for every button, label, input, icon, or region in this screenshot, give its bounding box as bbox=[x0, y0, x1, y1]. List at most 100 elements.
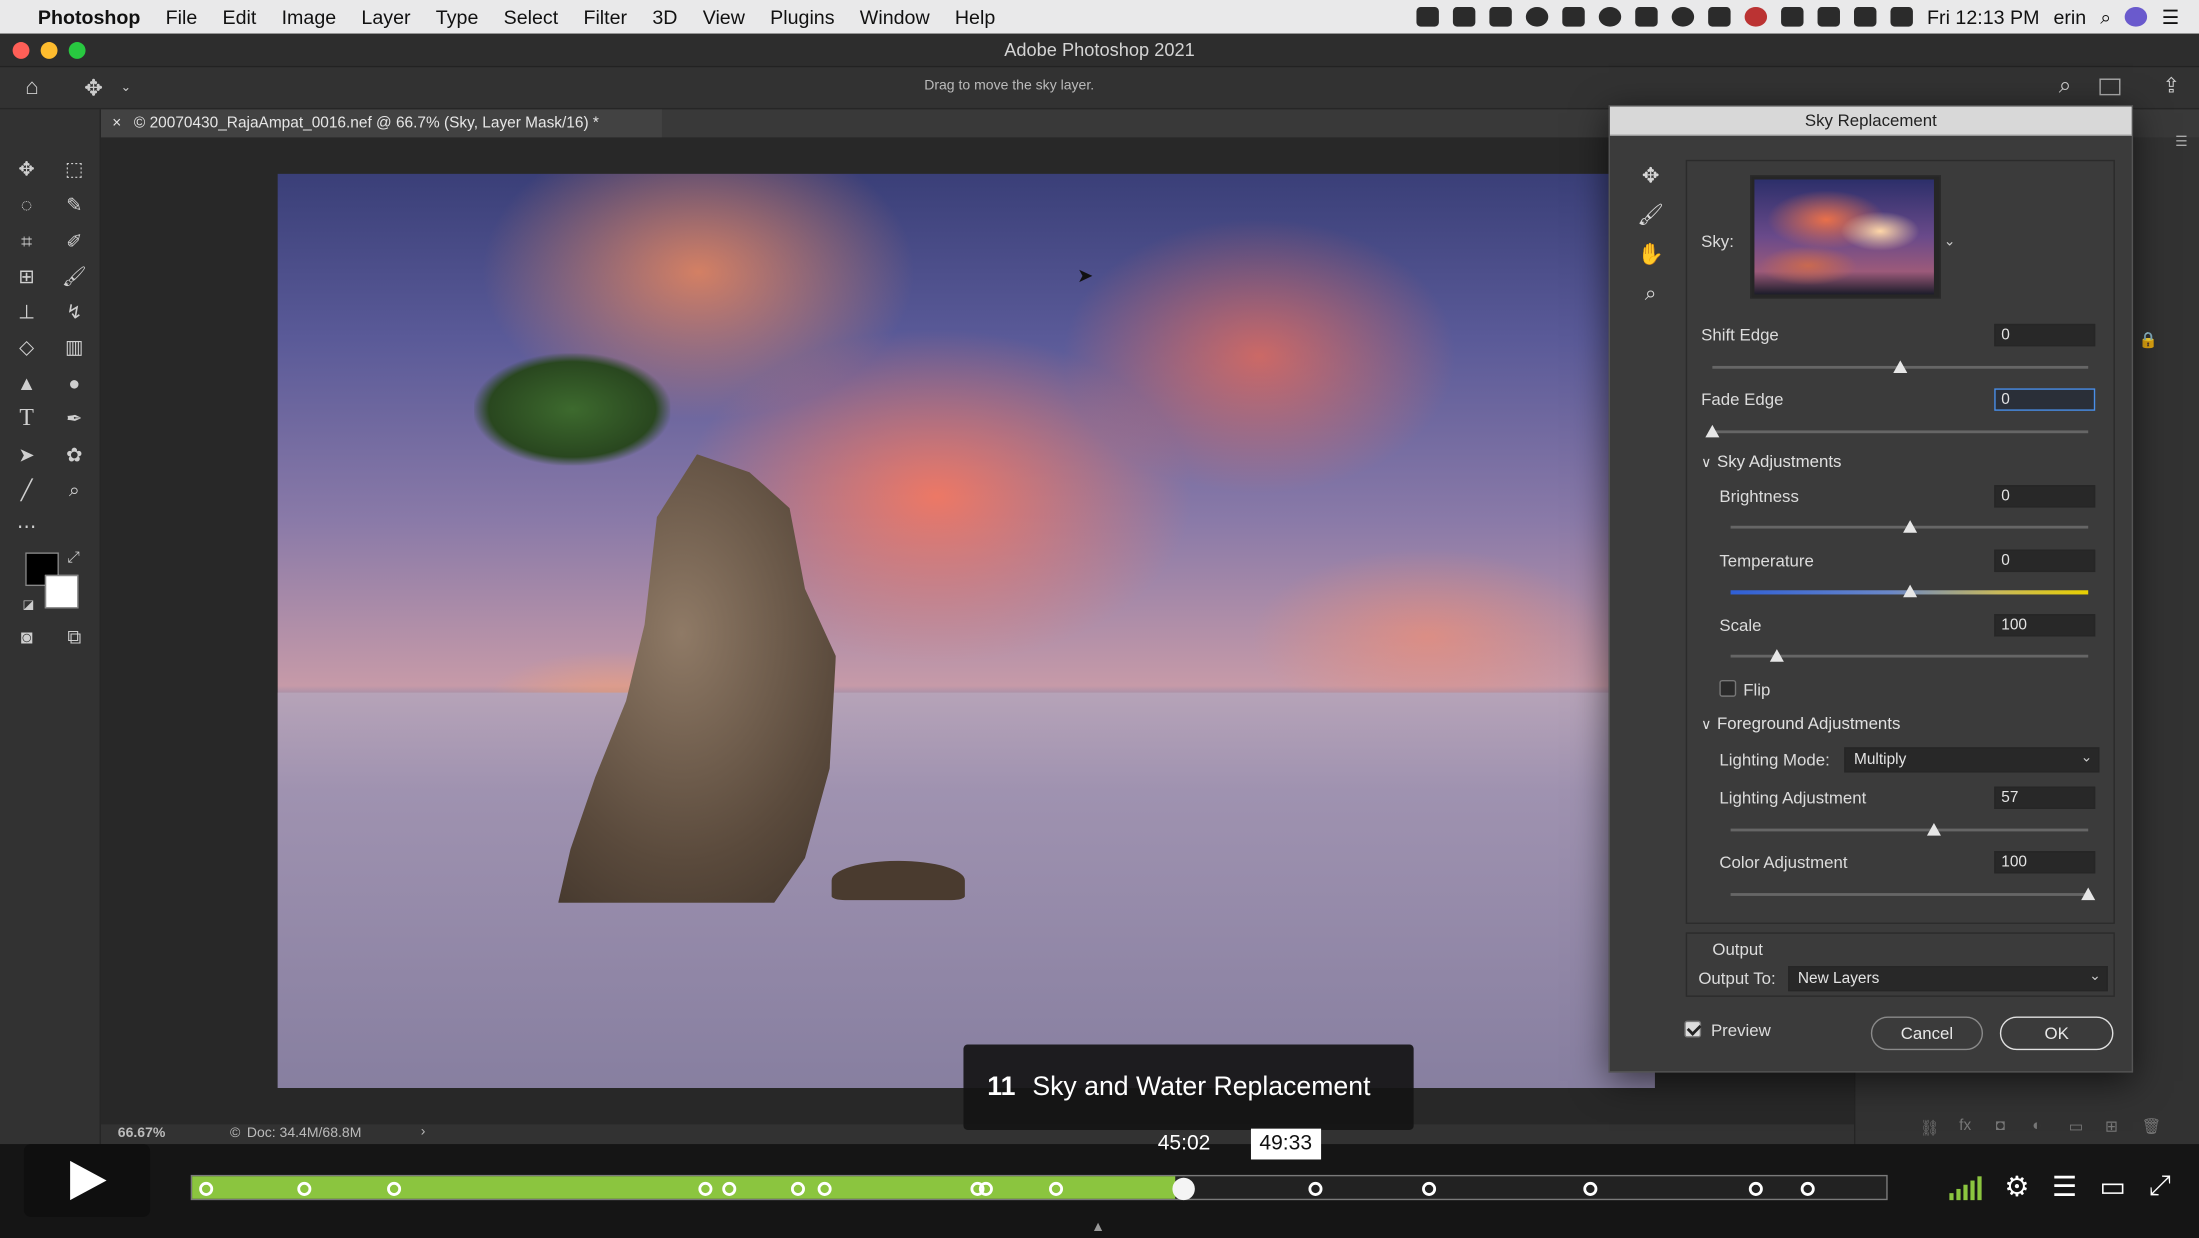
blur-tool-icon[interactable]: ▲ bbox=[11, 369, 42, 397]
eraser-tool-icon[interactable]: ◇ bbox=[11, 332, 42, 360]
fade-edge-slider-thumb[interactable] bbox=[1705, 424, 1720, 438]
chapter-marker[interactable] bbox=[790, 1181, 805, 1196]
output-to-select[interactable]: New Layers ⌄ bbox=[1788, 966, 2108, 992]
fade-edge-input[interactable]: 0 bbox=[1994, 388, 2096, 411]
line-tool-icon[interactable]: ╱ bbox=[11, 475, 42, 503]
lasso-tool-icon[interactable]: ◌ bbox=[11, 191, 42, 219]
shift-edge-slider-thumb[interactable] bbox=[1893, 360, 1908, 373]
cancel-button[interactable]: Cancel bbox=[1870, 1016, 1984, 1051]
settings-gear-icon[interactable]: ⚙ bbox=[2004, 1169, 2029, 1204]
chapter-marker[interactable] bbox=[817, 1181, 832, 1196]
chapter-marker[interactable] bbox=[1422, 1181, 1437, 1196]
brightness-input[interactable]: 0 bbox=[1994, 485, 2096, 508]
panel-menu-icon[interactable]: ☰ bbox=[2175, 135, 2188, 150]
screen-mode-icon[interactable]: ⧉ bbox=[59, 623, 90, 651]
clock[interactable]: Fri 12:13 PM bbox=[1927, 6, 2039, 28]
playhead[interactable] bbox=[1171, 1177, 1195, 1201]
temperature-slider-thumb[interactable] bbox=[1902, 584, 1917, 598]
chapter-marker[interactable] bbox=[297, 1181, 312, 1196]
lighting-adjustment-slider[interactable] bbox=[1730, 828, 2089, 832]
brush-tool-icon[interactable]: 🖌 bbox=[59, 262, 90, 290]
scale-input[interactable]: 100 bbox=[1994, 614, 2096, 637]
menu-edit[interactable]: Edit bbox=[210, 6, 269, 28]
group-icon[interactable]: ▭ bbox=[2069, 1117, 2084, 1136]
color-adjustment-slider-thumb[interactable] bbox=[2081, 887, 2096, 901]
chapter-marker[interactable] bbox=[199, 1181, 214, 1196]
menu-image[interactable]: Image bbox=[269, 6, 349, 28]
spotlight-search-icon[interactable]: ⌕ bbox=[2100, 5, 2111, 29]
type-tool-icon[interactable]: T bbox=[11, 404, 42, 432]
chapter-marker[interactable] bbox=[1749, 1181, 1764, 1196]
menu-select[interactable]: Select bbox=[491, 6, 571, 28]
foreground-adjustments-header[interactable]: ∨ Foreground Adjustments bbox=[1701, 714, 1900, 734]
volume-icon[interactable] bbox=[1890, 7, 1914, 27]
transmit-icon[interactable] bbox=[1708, 7, 1731, 27]
preview-checkbox[interactable] bbox=[1684, 1020, 1702, 1038]
user-name[interactable]: erin bbox=[2053, 6, 2086, 28]
quality-bars-icon[interactable] bbox=[1949, 1174, 1982, 1200]
siri-icon[interactable] bbox=[2125, 7, 2148, 27]
creative-cloud-icon[interactable] bbox=[1525, 7, 1549, 27]
document-canvas-image[interactable]: ➤ bbox=[277, 173, 1655, 1088]
stamp-tool-icon[interactable]: ⊥ bbox=[11, 297, 42, 325]
menu-type[interactable]: Type bbox=[423, 6, 491, 28]
home-icon[interactable]: ⌂ bbox=[25, 76, 39, 101]
progress-bar[interactable]: 45:02 49:33 bbox=[190, 1128, 1888, 1201]
close-tab-icon[interactable]: × bbox=[112, 115, 121, 132]
gradient-tool-icon[interactable]: ▥ bbox=[59, 332, 90, 360]
wifi-icon[interactable] bbox=[1854, 7, 1877, 27]
lock-icon[interactable]: 🔒 bbox=[2139, 331, 2158, 349]
record-icon[interactable] bbox=[1744, 7, 1768, 27]
info-icon[interactable] bbox=[1671, 7, 1695, 27]
sky-preset-picker[interactable] bbox=[1750, 175, 1941, 299]
lighting-mode-select[interactable]: Multiply ⌄ bbox=[1844, 747, 2100, 773]
tool-preset-chevron-icon[interactable]: ⌄ bbox=[121, 80, 132, 95]
workspace-icon[interactable] bbox=[2099, 78, 2121, 96]
chapter-marker[interactable] bbox=[978, 1181, 993, 1196]
quick-selection-tool-icon[interactable]: ✎ bbox=[59, 191, 90, 219]
eyedropper-tool-icon[interactable]: ✐ bbox=[59, 227, 90, 255]
chapter-marker[interactable] bbox=[1308, 1181, 1323, 1196]
path-selection-tool-icon[interactable]: ➤ bbox=[11, 440, 42, 468]
menu-file[interactable]: File bbox=[153, 6, 210, 28]
more-tools-icon[interactable]: ⋯ bbox=[11, 512, 42, 540]
menu-filter[interactable]: Filter bbox=[571, 6, 640, 28]
default-colors-icon[interactable]: ◪ bbox=[22, 597, 34, 612]
fx-icon[interactable]: fx bbox=[1959, 1117, 1971, 1134]
screen-icon[interactable] bbox=[1562, 7, 1585, 27]
move-tool-icon[interactable]: ✥ bbox=[11, 154, 42, 182]
lighting-adjustment-input[interactable]: 57 bbox=[1994, 786, 2096, 809]
chapter-marker[interactable] bbox=[1800, 1181, 1815, 1196]
scale-slider-thumb[interactable] bbox=[1770, 649, 1785, 662]
pen-tool-icon[interactable]: ✒ bbox=[59, 404, 90, 432]
crop-tool-icon[interactable]: ⌗ bbox=[11, 227, 42, 255]
mailplane-icon[interactable] bbox=[1416, 7, 1440, 27]
zoom-tool-icon[interactable]: ⌕ bbox=[59, 475, 90, 503]
menu-help[interactable]: Help bbox=[942, 6, 1008, 28]
brightness-slider-thumb[interactable] bbox=[1902, 520, 1917, 533]
color-adjustment-slider[interactable] bbox=[1730, 893, 2089, 896]
swap-colors-icon[interactable]: ⤢ bbox=[67, 550, 79, 568]
dodge-tool-icon[interactable]: ● bbox=[59, 369, 90, 397]
sky-move-tool-icon[interactable]: ✥ bbox=[1630, 160, 1672, 191]
quick-mask-icon[interactable]: ◙ bbox=[11, 623, 42, 651]
chapters-list-icon[interactable]: ☰ bbox=[2052, 1169, 2077, 1204]
notification-center-icon[interactable]: ☰ bbox=[2162, 5, 2180, 29]
chapter-marker[interactable] bbox=[1583, 1181, 1598, 1196]
marquee-tool-icon[interactable]: ⬚ bbox=[59, 154, 90, 182]
move-tool-icon[interactable]: ✥ bbox=[84, 74, 103, 102]
dropbox-alt-icon[interactable] bbox=[1489, 7, 1512, 27]
shift-edge-input[interactable]: 0 bbox=[1994, 323, 2096, 347]
play-button[interactable] bbox=[23, 1144, 151, 1217]
onepassword-icon[interactable] bbox=[1598, 7, 1622, 27]
flip-checkbox[interactable] bbox=[1719, 679, 1737, 697]
airplay-icon[interactable]: ▭ bbox=[2100, 1169, 2127, 1204]
menu-view[interactable]: View bbox=[690, 6, 757, 28]
document-tab[interactable]: × © 20070430_RajaAmpat_0016.nef @ 66.7% … bbox=[100, 109, 662, 138]
add-mask-icon[interactable]: ◘ bbox=[1996, 1117, 2005, 1134]
color-adjustment-input[interactable]: 100 bbox=[1994, 851, 2096, 874]
bluetooth-icon[interactable] bbox=[1817, 7, 1841, 27]
menu-photoshop[interactable]: Photoshop bbox=[25, 6, 153, 28]
sky-adjustments-header[interactable]: ∨ Sky Adjustments bbox=[1701, 451, 1841, 471]
hand-tool-icon[interactable]: ✋ bbox=[1630, 238, 1672, 269]
